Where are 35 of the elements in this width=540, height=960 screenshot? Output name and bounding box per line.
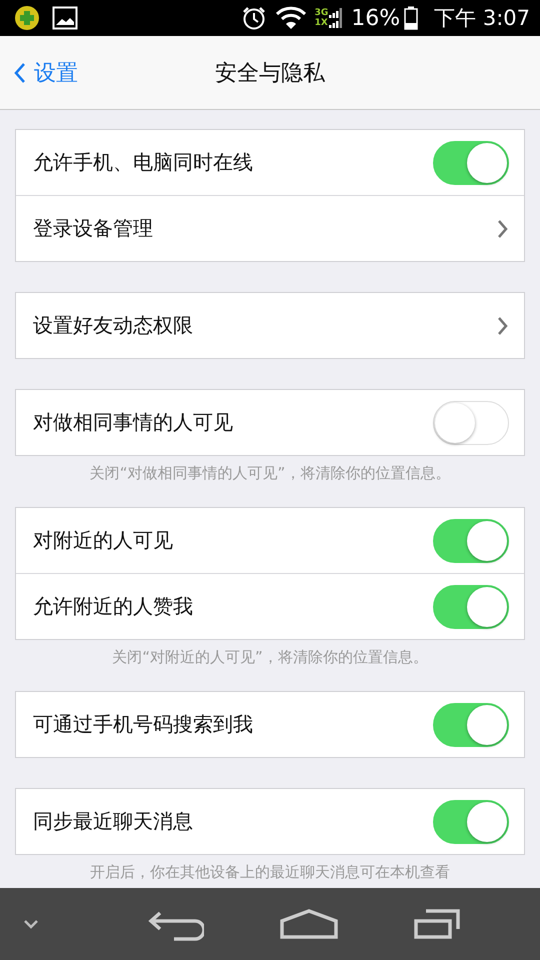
recent-apps-icon[interactable]	[414, 909, 460, 939]
screen-title: 安全与隐私	[215, 60, 325, 88]
network-type: 1X	[314, 19, 328, 28]
row-label: 可通过手机号码搜索到我	[33, 711, 253, 738]
battery-icon	[404, 6, 418, 30]
row-label: 允许手机、电脑同时在线	[33, 149, 253, 176]
chevron-right-icon	[497, 316, 509, 336]
row-label: 对附近的人可见	[33, 527, 173, 554]
toggle-switch[interactable]	[433, 140, 509, 184]
toggle-switch[interactable]	[433, 584, 509, 628]
toggle-switch[interactable]	[433, 702, 509, 746]
footnote: 开启后，你在其他设备上的最近聊天消息可在本机查看	[89, 863, 451, 882]
row-label: 设置好友动态权限	[33, 312, 193, 339]
row-label: 同步最近聊天消息	[33, 808, 193, 835]
network-type: 3G	[314, 9, 328, 18]
wifi-icon	[274, 6, 307, 30]
image-icon	[52, 6, 78, 30]
alarm-icon	[240, 5, 267, 31]
toggle-switch[interactable]	[433, 800, 509, 844]
clock: 下午 3:07	[434, 5, 530, 32]
footnote: 关闭“对做相同事情的人可见”，将清除你的位置信息。	[88, 464, 452, 483]
signal-icon	[328, 18, 343, 28]
row-label: 登录设备管理	[33, 215, 153, 242]
row-label: 允许附近的人赞我	[33, 593, 193, 620]
plus-icon	[14, 5, 40, 31]
toggle-switch[interactable]	[433, 518, 509, 562]
signal-icon	[329, 8, 344, 18]
battery-percent: 16%	[351, 6, 400, 30]
chevron-left-icon	[14, 62, 26, 84]
toggle-switch[interactable]	[433, 400, 509, 444]
home-icon[interactable]	[280, 909, 338, 939]
back-button[interactable]: 设置	[14, 36, 78, 109]
row-label: 对做相同事情的人可见	[33, 409, 233, 436]
footnote: 关闭“对附近的人可见”，将清除你的位置信息。	[111, 648, 429, 667]
chevron-right-icon	[497, 218, 509, 238]
